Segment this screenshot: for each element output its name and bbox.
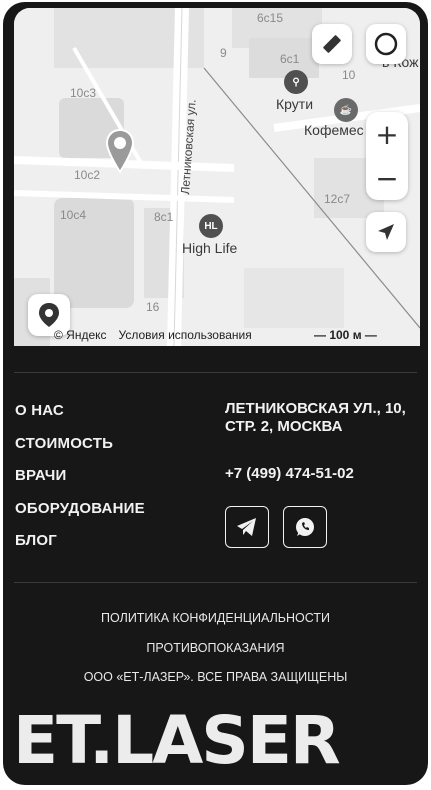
high-life-icon[interactable]: HL <box>199 214 223 238</box>
map-building-label: 6с15 <box>257 11 284 25</box>
geolocation-button[interactable] <box>366 212 406 252</box>
divider <box>14 582 417 583</box>
map-building-label: 9 <box>220 46 227 60</box>
map-building-label: 8с1 <box>154 210 174 224</box>
phone-link[interactable]: +7 (499) 474-51-02 <box>225 465 421 482</box>
telegram-icon <box>237 518 256 536</box>
copyright: ООО «ЕТ-ЛАЗЕР». ВСЕ ПРАВА ЗАЩИЩЕНЫ <box>83 670 348 684</box>
layers-button[interactable] <box>366 24 406 64</box>
terms-link[interactable]: Условия использования <box>119 328 252 342</box>
poi-label: High Life <box>182 240 238 256</box>
layers-icon <box>374 32 398 56</box>
nav-item-blog[interactable]: БЛОГ <box>15 530 145 563</box>
map-pin-icon <box>39 303 59 327</box>
address: ЛЕТНИКОВСКАЯ УЛ., 10, СТР. 2, МОСКВА <box>225 400 406 435</box>
page-frame: 6с15 9 6с1 10 10с3 10с2 10с4 8с1 16 12с7… <box>3 2 428 785</box>
footer-nav: О НАС СТОИМОСТЬ ВРАЧИ ОБОРУДОВАНИЕ БЛОГ <box>15 400 145 563</box>
map-scale: — 100 м — <box>314 328 377 342</box>
telegram-button[interactable] <box>225 506 269 548</box>
ruler-button[interactable] <box>312 24 352 64</box>
zoom-control: + − <box>366 112 408 200</box>
whatsapp-button[interactable] <box>283 506 327 548</box>
social-links <box>225 506 421 548</box>
navigation-arrow-icon <box>378 224 394 240</box>
map-building-label: 6с1 <box>280 52 300 66</box>
poi-label: Крути <box>276 96 314 112</box>
map-building-label: 16 <box>146 300 160 314</box>
legal-links: ПОЛИТИКА КОНФИДЕНЦИАЛЬНОСТИ ПРОТИВОПОКАЗ… <box>3 608 428 697</box>
contact-block: ЛЕТНИКОВСКАЯ УЛ., 10, СТР. 2, МОСКВА +7 … <box>225 400 421 548</box>
coffee-icon: ☕ <box>334 98 358 122</box>
map-building-label: 12с7 <box>324 192 351 206</box>
map-building-label: 10 <box>342 68 356 82</box>
poi-label: Кофемес <box>304 122 364 138</box>
brand-logo: ET.LASER <box>13 702 341 779</box>
bike-icon: ⚲ <box>284 70 308 94</box>
map-building-label: 10с2 <box>74 168 101 182</box>
map-building-label: 10с4 <box>60 208 87 222</box>
map-building-label: 10с3 <box>70 86 97 100</box>
nav-item-doctors[interactable]: ВРАЧИ <box>15 465 145 498</box>
privacy-policy-link[interactable]: ПОЛИТИКА КОНФИДЕНЦИАЛЬНОСТИ <box>3 608 428 638</box>
contraindications-link[interactable]: ПРОТИВОПОКАЗАНИЯ <box>3 638 428 668</box>
ruler-icon <box>323 35 341 53</box>
zoom-out-button[interactable]: − <box>366 156 408 200</box>
whatsapp-icon <box>296 518 314 536</box>
map[interactable]: 6с15 9 6с1 10 10с3 10с2 10с4 8с1 16 12с7… <box>14 8 420 346</box>
nav-item-about[interactable]: О НАС <box>15 400 145 433</box>
location-pin-icon[interactable] <box>104 128 136 176</box>
nav-item-prices[interactable]: СТОИМОСТЬ <box>15 433 145 466</box>
yandex-copyright[interactable]: © Яндекс <box>54 328 107 342</box>
map-attribution: © Яндекс Условия использования <box>54 328 252 342</box>
zoom-in-button[interactable]: + <box>366 112 408 156</box>
nav-item-equipment[interactable]: ОБОРУДОВАНИЕ <box>15 498 145 531</box>
divider <box>14 372 417 373</box>
